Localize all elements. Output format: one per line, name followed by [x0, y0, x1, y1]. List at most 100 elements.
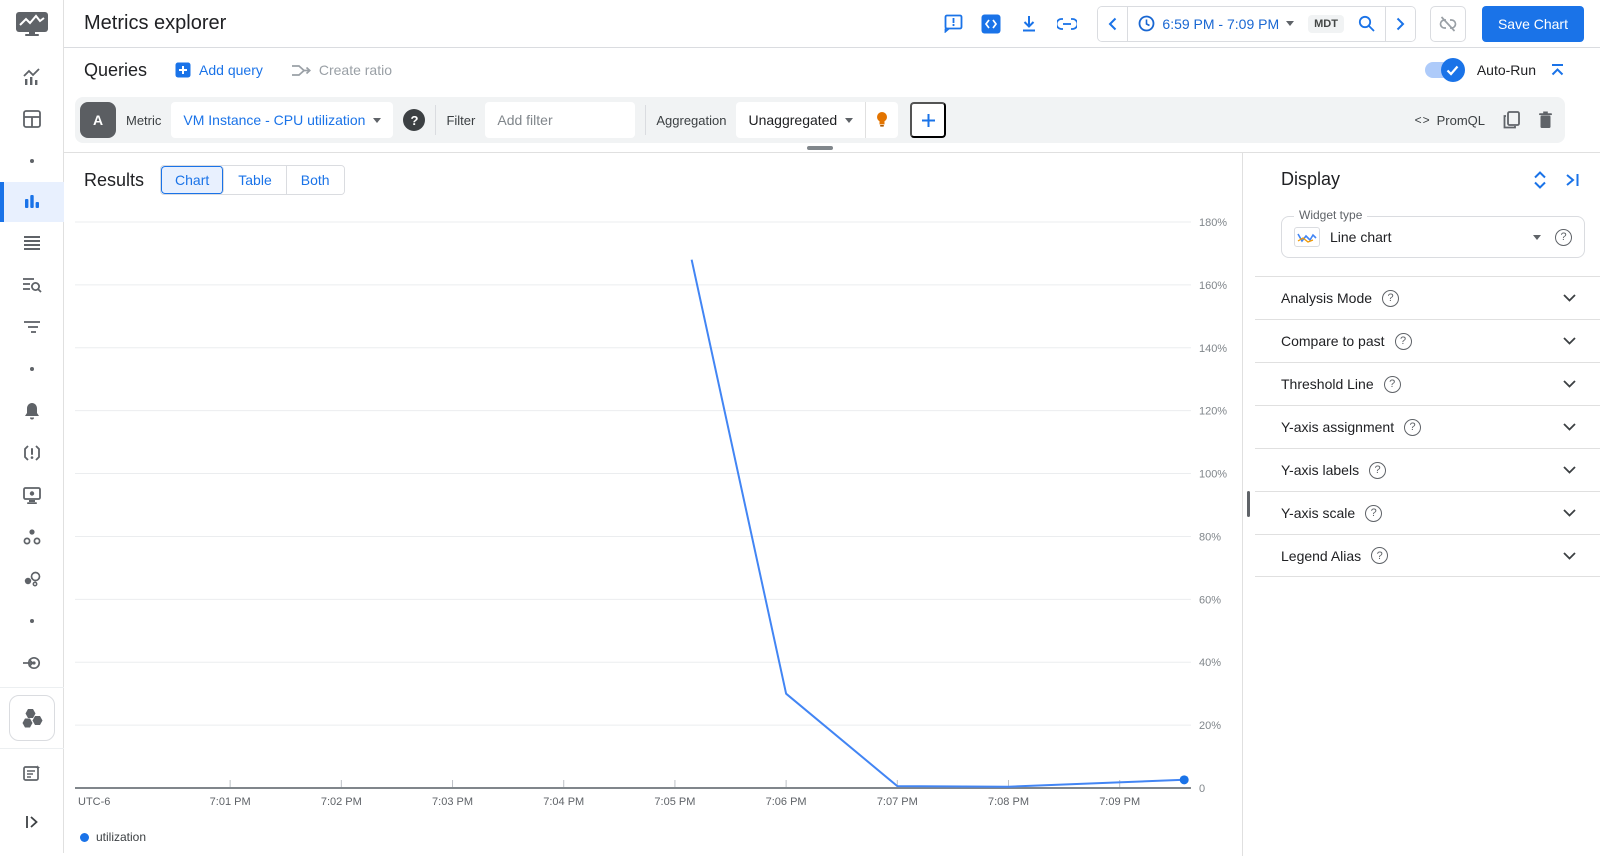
zoom-chart-button[interactable]: [1347, 6, 1385, 41]
nav-more-dot[interactable]: [0, 140, 64, 182]
filter-input[interactable]: [485, 102, 636, 138]
chevron-down-icon: [1563, 466, 1576, 474]
chart-legend[interactable]: utilization: [80, 830, 146, 844]
nav-trace[interactable]: [0, 306, 64, 348]
tab-both[interactable]: Both: [286, 166, 344, 194]
auto-run-toggle[interactable]: [1424, 58, 1465, 82]
aggregation-dropdown[interactable]: Unaggregated: [736, 102, 867, 138]
expand-nav-icon[interactable]: [0, 801, 64, 843]
nav-dashboards[interactable]: [0, 98, 64, 140]
y-axis-label: 120%: [1199, 406, 1227, 418]
help-icon[interactable]: ?: [1365, 504, 1383, 522]
results-chart-svg[interactable]: 20% 40% 60% 80% 100% 120% 140% 160% 180% 0 7:01 PM…: [64, 153, 1242, 856]
add-sub-query-button[interactable]: [910, 102, 947, 138]
collapse-panel-icon[interactable]: [1565, 173, 1580, 187]
x-axis-label: 7:02 PM: [321, 796, 362, 808]
chevron-down-icon: [1563, 294, 1576, 302]
chevron-down-icon: [845, 117, 854, 123]
tab-chart[interactable]: Chart: [161, 166, 225, 194]
series-end-point: [1179, 775, 1189, 785]
nav-integrations[interactable]: [0, 558, 64, 600]
add-query-button[interactable]: Add query: [175, 62, 263, 78]
monitoring-logo-icon[interactable]: [0, 0, 64, 48]
nav-error-reporting[interactable]: [0, 432, 64, 474]
download-button[interactable]: [1013, 8, 1045, 40]
left-nav-rail: [0, 0, 64, 853]
nav-more-dot-3[interactable]: [0, 600, 64, 642]
nav-logs[interactable]: [0, 222, 64, 264]
y-axis-label: 80%: [1199, 531, 1221, 543]
section-analysis-mode[interactable]: Analysis Mode ?: [1255, 276, 1600, 319]
main-content: Queries Add query Create ratio Auto-Run: [64, 48, 1600, 856]
nav-logs-explorer[interactable]: [0, 264, 64, 306]
metric-help-icon[interactable]: ?: [403, 109, 426, 131]
save-chart-button[interactable]: Save Chart: [1481, 5, 1584, 42]
widget-type-select[interactable]: Widget type Line chart ?: [1281, 208, 1585, 258]
create-ratio-button[interactable]: Create ratio: [291, 62, 392, 78]
x-axis-label: 7:09 PM: [1099, 796, 1140, 808]
unfold-sections-icon[interactable]: [1533, 170, 1547, 189]
time-back-button[interactable]: [1098, 6, 1129, 41]
code-icon: <>: [1414, 113, 1431, 127]
section-threshold-line[interactable]: Threshold Line ?: [1255, 362, 1600, 405]
aggregation-label: Aggregation: [656, 112, 727, 128]
section-y-axis-scale[interactable]: Y-axis scale ?: [1255, 491, 1600, 534]
chevron-down-icon: [1563, 551, 1576, 560]
divider: [645, 105, 647, 135]
results-title: Results: [84, 169, 145, 190]
link-off-button[interactable]: [1429, 5, 1466, 42]
nav-uptime-checks[interactable]: [0, 474, 64, 516]
page-title: Metrics explorer: [84, 12, 227, 34]
x-axis-label: 7:01 PM: [210, 796, 251, 808]
widget-type-help-icon[interactable]: ?: [1555, 228, 1572, 246]
help-icon[interactable]: ?: [1371, 547, 1389, 564]
suggestion-bulb-button[interactable]: [866, 102, 898, 138]
section-compare-to-past[interactable]: Compare to past ?: [1255, 319, 1600, 362]
metric-value: VM Instance - CPU utilization: [183, 112, 366, 128]
y-axis-label: 180%: [1199, 217, 1227, 229]
collapse-all-icon[interactable]: [1550, 63, 1565, 78]
share-link-button[interactable]: [1051, 8, 1083, 40]
section-y-axis-assignment[interactable]: Y-axis assignment ?: [1255, 405, 1600, 448]
help-icon[interactable]: ?: [1404, 418, 1422, 436]
time-range-control: 6:59 PM - 7:09 PM MDT: [1097, 5, 1416, 42]
time-range-value: 6:59 PM - 7:09 PM: [1162, 15, 1280, 32]
content-area: Results Chart Table Both 20% 40% 60% 80% 100…: [64, 153, 1600, 856]
aggregation-control: Unaggregated: [736, 102, 899, 138]
help-icon[interactable]: ?: [1369, 461, 1387, 479]
chevron-down-icon: [1563, 423, 1576, 431]
timezone-badge: MDT: [1308, 14, 1344, 33]
duplicate-query-icon[interactable]: [1503, 111, 1520, 129]
help-icon[interactable]: ?: [1382, 289, 1400, 307]
query-letter-badge[interactable]: A: [80, 102, 116, 138]
help-icon[interactable]: ?: [1394, 332, 1412, 350]
panel-scrollbar[interactable]: [1247, 491, 1250, 517]
nav-more-dot-2[interactable]: [0, 348, 64, 390]
metric-dropdown[interactable]: VM Instance - CPU utilization: [171, 102, 394, 138]
api-code-button[interactable]: [975, 8, 1007, 40]
toggle-thumb: [1440, 58, 1465, 82]
time-range-dropdown[interactable]: 6:59 PM - 7:09 PM: [1128, 15, 1304, 32]
nav-alerting[interactable]: [0, 390, 64, 432]
tab-table[interactable]: Table: [224, 166, 287, 194]
nav-metrics-overview[interactable]: [0, 56, 64, 98]
nav-gke-clusters[interactable]: [8, 695, 55, 741]
create-ratio-label: Create ratio: [318, 62, 393, 78]
panel-resize-handle[interactable]: [807, 145, 833, 150]
promql-button[interactable]: <> PromQL: [1415, 113, 1485, 128]
time-forward-button[interactable]: [1384, 6, 1415, 41]
delete-query-icon[interactable]: [1538, 111, 1553, 129]
aggregation-value: Unaggregated: [748, 112, 838, 128]
help-icon[interactable]: ?: [1383, 375, 1401, 393]
section-legend-alias[interactable]: Legend Alias ?: [1255, 534, 1600, 577]
nav-probes[interactable]: [0, 642, 64, 684]
ratio-icon: [291, 64, 311, 76]
feedback-button[interactable]: [937, 8, 969, 40]
y-axis-label: 160%: [1199, 280, 1227, 292]
section-y-axis-labels[interactable]: Y-axis labels ?: [1255, 448, 1600, 491]
x-axis-label: 7:06 PM: [766, 796, 807, 808]
query-builder-wrap: A Metric VM Instance - CPU utilization ?…: [64, 92, 1600, 152]
nav-metrics-explorer[interactable]: [0, 182, 64, 222]
nav-services[interactable]: [0, 516, 64, 558]
nav-release-notes[interactable]: [0, 752, 64, 794]
